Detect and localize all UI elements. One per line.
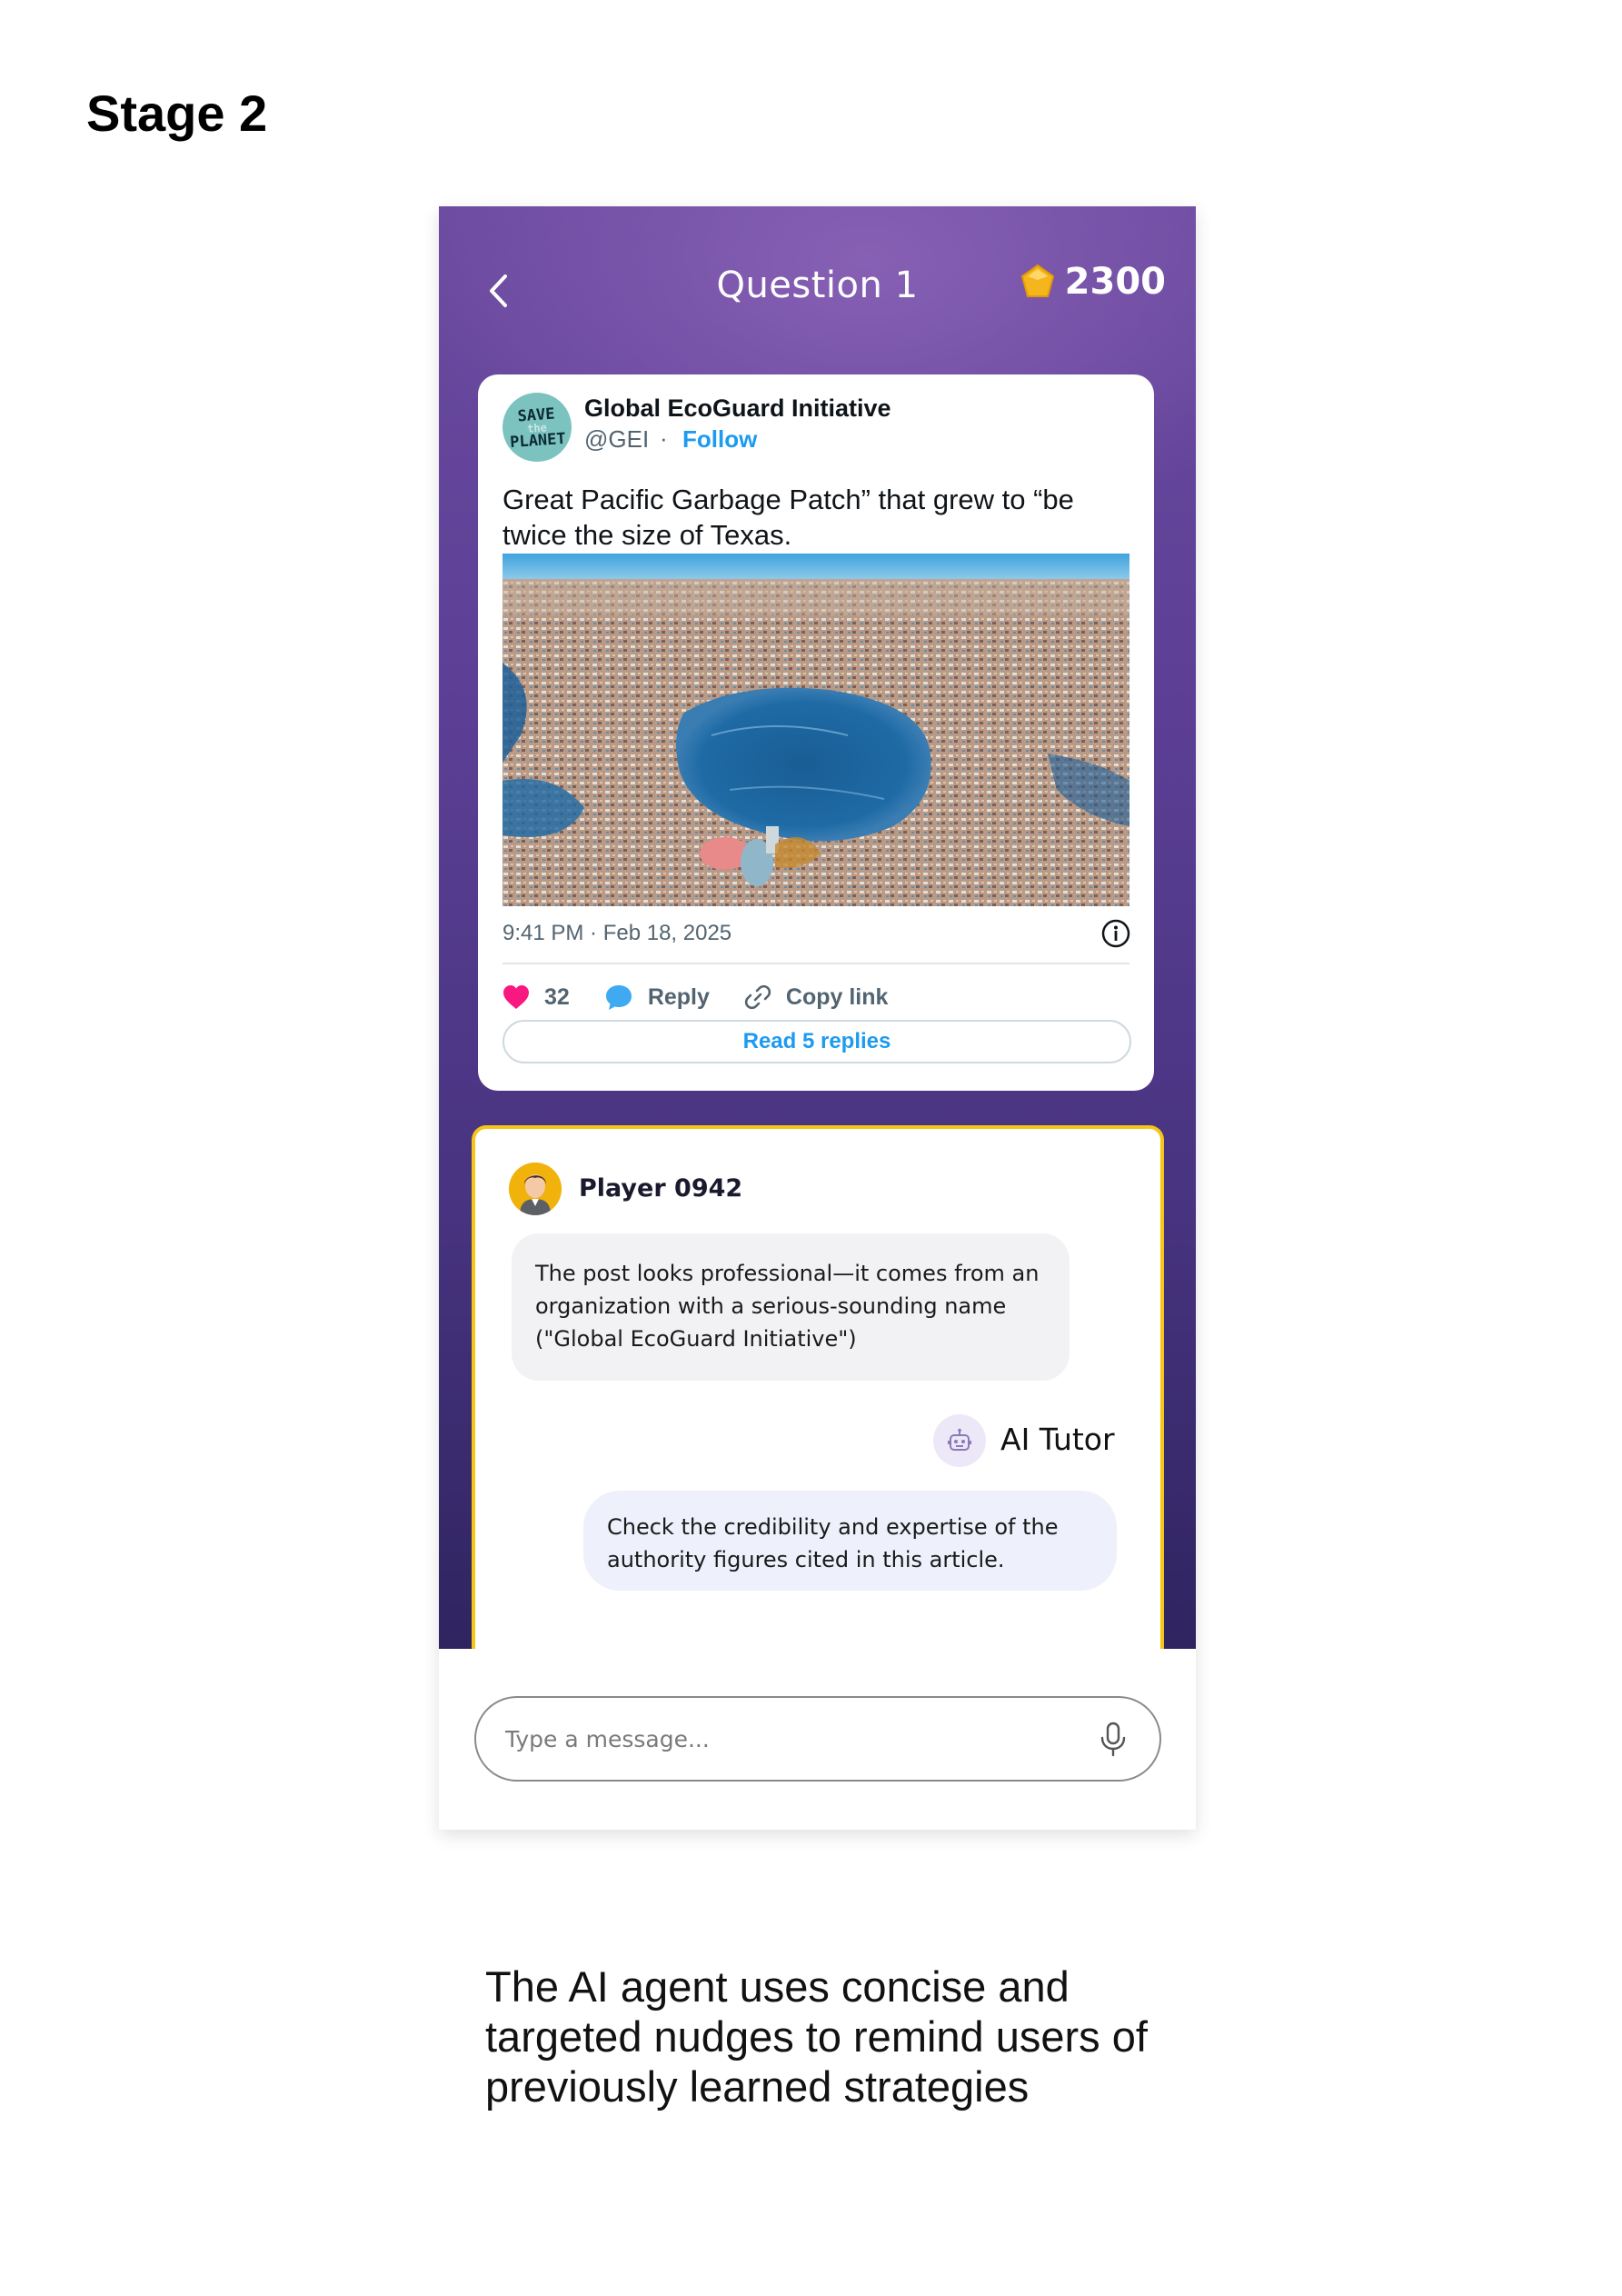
gem-icon bbox=[1020, 264, 1054, 297]
like-count: 32 bbox=[544, 983, 570, 1010]
phone-screen: Question 1 2300 SAVE the PLANET Global E… bbox=[439, 206, 1196, 1830]
tweet-timestamp: 9:41 PM · Feb 18, 2025 bbox=[503, 921, 732, 945]
tweet-actions: 32 Reply Copy link bbox=[503, 974, 922, 1020]
copy-link-button[interactable]: Copy link bbox=[744, 983, 889, 1011]
ocean-garbage-image[interactable] bbox=[503, 554, 1129, 906]
header: Question 1 2300 bbox=[439, 206, 1196, 370]
like-button[interactable]: 32 bbox=[503, 984, 570, 1011]
author-handle: @GEI bbox=[584, 425, 650, 453]
message-input-area bbox=[439, 1649, 1196, 1830]
player-message-bubble: The post looks professional—it comes fro… bbox=[512, 1233, 1070, 1381]
copy-link-label: Copy link bbox=[785, 983, 889, 1010]
robot-icon bbox=[948, 1428, 971, 1451]
link-icon bbox=[744, 984, 771, 1010]
stage-title: Stage 2 bbox=[86, 85, 268, 142]
message-input[interactable] bbox=[474, 1696, 1161, 1782]
ocean-garbage-photo bbox=[503, 554, 1129, 906]
tweet-text: Great Pacific Garbage Patch” that grew t… bbox=[503, 484, 1074, 551]
org-avatar[interactable]: SAVE the PLANET bbox=[503, 393, 572, 462]
score-counter: 2300 bbox=[1020, 261, 1166, 303]
separator-dot: · bbox=[660, 424, 668, 452]
follow-button[interactable]: Follow bbox=[682, 425, 757, 454]
person-avatar-icon bbox=[509, 1163, 562, 1215]
read-replies-button[interactable]: Read 5 replies bbox=[503, 1020, 1131, 1063]
reply-button[interactable]: Reply bbox=[604, 983, 710, 1011]
player-name: Player 0942 bbox=[579, 1174, 743, 1203]
heart-icon bbox=[503, 985, 529, 1009]
ai-tutor-avatar bbox=[933, 1414, 986, 1467]
player-avatar bbox=[509, 1163, 562, 1215]
divider bbox=[503, 963, 1129, 964]
info-icon[interactable] bbox=[1100, 918, 1131, 949]
tweet-card: SAVE the PLANET Global EcoGuard Initiati… bbox=[478, 374, 1154, 1091]
ai-tutor-name: AI Tutor bbox=[1000, 1422, 1115, 1457]
avatar-logo-text: SAVE the PLANET bbox=[509, 404, 567, 453]
score-value: 2300 bbox=[1064, 261, 1166, 303]
reply-bubble-icon bbox=[605, 985, 632, 1010]
author-name[interactable]: Global EcoGuard Initiative bbox=[584, 394, 891, 423]
reply-label: Reply bbox=[647, 983, 710, 1010]
caption: The AI agent uses concise and targeted n… bbox=[485, 1962, 1148, 2111]
chat-panel: Player 0942 The post looks professional—… bbox=[472, 1125, 1164, 1711]
microphone-icon[interactable] bbox=[1097, 1722, 1129, 1758]
ai-tutor-message-bubble: Check the credibility and expertise of t… bbox=[583, 1491, 1117, 1591]
